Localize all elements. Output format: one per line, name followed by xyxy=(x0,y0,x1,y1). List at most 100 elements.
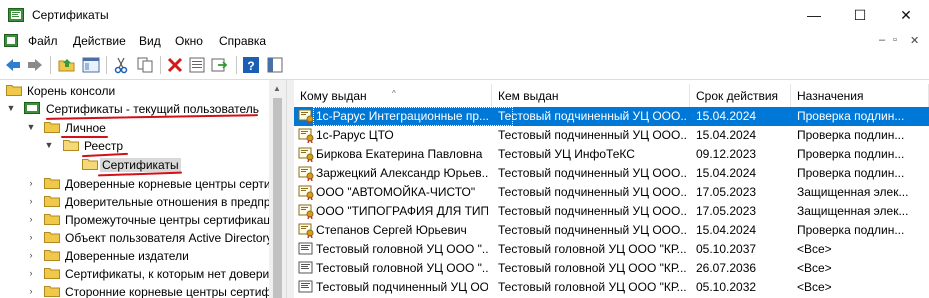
menu-bar: Файл Действие Вид Окно Справка – ▫ ✕ xyxy=(0,31,929,51)
tree-node-label: Личное xyxy=(65,121,106,135)
table-row[interactable]: Заржецкий Александр Юрьев... Тестовый по… xyxy=(294,164,929,183)
scrollbar-thumb[interactable] xyxy=(273,98,282,298)
tree-node-certificates[interactable]: Сертификаты xyxy=(0,156,269,174)
inner-minimize-icon[interactable]: – xyxy=(879,34,885,46)
up-folder-icon[interactable] xyxy=(58,56,76,74)
table-row[interactable]: 1с-Рарус ЦТО Тестовый подчиненный УЦ ООО… xyxy=(294,126,929,145)
cell-expiration: 15.04.2024 xyxy=(696,109,757,123)
cut-icon[interactable] xyxy=(112,56,130,74)
cell-issued-to: Тестовый головной УЦ ООО "... xyxy=(316,261,488,275)
cell-expiration: 17.05.2023 xyxy=(696,204,757,218)
expand-icon[interactable]: › xyxy=(26,268,36,278)
back-icon[interactable] xyxy=(4,56,22,74)
table-row[interactable]: 1с-Рарус Интеграционные пр... Тестовый п… xyxy=(294,107,929,126)
menu-view[interactable]: Вид xyxy=(139,34,161,48)
certificate-icon xyxy=(298,166,314,181)
column-header-issued-by[interactable]: Кем выдан xyxy=(492,84,690,108)
cell-issued-to: Тестовый головной УЦ ООО "... xyxy=(316,242,488,256)
expand-icon[interactable]: ▼ xyxy=(44,140,54,150)
certificate-list: Кому выдан ^ Кем выдан Срок действия Назн… xyxy=(294,80,929,298)
cell-purposes: Проверка подлин... xyxy=(797,128,905,142)
cell-purposes: Защищенная элек... xyxy=(797,204,909,218)
expand-icon[interactable]: › xyxy=(26,196,36,206)
show-hide-tree-icon[interactable] xyxy=(82,56,100,74)
help-icon[interactable]: ? xyxy=(242,56,260,74)
expand-icon[interactable]: ▼ xyxy=(6,103,16,113)
cell-issued-by: Тестовый подчиненный УЦ ООО... xyxy=(498,109,688,123)
tree-node-registry[interactable]: ▼ Реестр xyxy=(0,137,269,155)
annotation-underline xyxy=(61,136,108,138)
help-book-icon[interactable] xyxy=(266,56,284,74)
cell-expiration: 09.12.2023 xyxy=(696,147,757,161)
tree-node-enterprise-trust[interactable]: › Доверительные отношения в предпр xyxy=(0,193,270,211)
delete-icon[interactable] xyxy=(166,56,184,74)
tree-node-ad-user-object[interactable]: › Объект пользователя Active Directory xyxy=(0,229,270,247)
inner-restore-icon[interactable]: ▫ xyxy=(893,34,897,46)
table-row[interactable]: Степанов Сергей Юрьевич Тестовый подчине… xyxy=(294,221,929,240)
tree-node-trusted-root[interactable]: › Доверенные корневые центры сертиф xyxy=(0,175,270,193)
table-row[interactable]: Тестовый головной УЦ ООО "... Тестовый г… xyxy=(294,259,929,278)
folder-icon xyxy=(82,159,98,170)
tree-node-intermediate[interactable]: › Промежуточные центры сертификац xyxy=(0,211,270,229)
tree-node-label: Доверенные издатели xyxy=(65,249,189,263)
table-row[interactable]: ООО "АВТОМОЙКА-ЧИСТО" Тестовый подчиненн… xyxy=(294,183,929,202)
certificate-icon xyxy=(298,242,313,255)
table-row[interactable]: ООО "ТИПОГРАФИЯ ДЛЯ ТИП... Тестовый подч… xyxy=(294,202,929,221)
maximize-icon[interactable]: ☐ xyxy=(837,0,883,31)
table-row[interactable]: Тестовый головной УЦ ООО "... Тестовый г… xyxy=(294,240,929,259)
cell-purposes: <Все> xyxy=(797,261,832,275)
column-header-issued-to[interactable]: Кому выдан ^ xyxy=(294,84,492,108)
cell-issued-by: Тестовый подчиненный УЦ ООО... xyxy=(498,204,688,218)
expand-icon[interactable]: › xyxy=(26,178,36,188)
cell-issued-by: Тестовый головной УЦ ООО "КР... xyxy=(498,261,687,275)
certmgr-icon xyxy=(24,102,40,114)
pane-splitter[interactable] xyxy=(286,80,294,298)
menu-window[interactable]: Окно xyxy=(175,34,203,48)
cell-purposes: <Все> xyxy=(797,242,832,256)
column-header-purposes[interactable]: Назначения xyxy=(791,84,929,108)
menu-action[interactable]: Действие xyxy=(73,34,126,48)
copy-icon[interactable] xyxy=(136,56,154,74)
scroll-up-icon[interactable]: ▲ xyxy=(273,84,281,93)
cell-issued-to: ООО "ТИПОГРАФИЯ ДЛЯ ТИП... xyxy=(316,204,488,218)
cell-purposes: Проверка подлин... xyxy=(797,109,905,123)
certificate-icon xyxy=(298,223,314,238)
certificate-icon xyxy=(298,109,314,124)
inner-close-icon[interactable]: ✕ xyxy=(910,34,919,47)
tree-node-console-root[interactable]: Корень консоли xyxy=(0,82,269,100)
menu-help[interactable]: Справка xyxy=(219,34,266,48)
tree-node-label: Реестр xyxy=(84,139,123,153)
tree-node-trusted-publishers[interactable]: › Доверенные издатели xyxy=(0,247,269,265)
cell-expiration: 15.04.2024 xyxy=(696,223,757,237)
cell-issued-to: Тестовый подчиненный УЦ ОО... xyxy=(316,280,488,294)
folder-icon xyxy=(44,196,60,207)
tree-node-untrusted[interactable]: › Сертификаты, к которым нет довери xyxy=(0,265,270,283)
expand-icon[interactable]: ▼ xyxy=(26,122,36,132)
expand-icon[interactable]: › xyxy=(26,250,36,260)
forward-icon[interactable] xyxy=(26,56,44,74)
expand-icon[interactable]: › xyxy=(26,232,36,242)
expand-icon[interactable]: › xyxy=(26,214,36,224)
toolbar: ? xyxy=(0,51,929,80)
column-header-expiration[interactable]: Срок действия xyxy=(690,84,791,108)
tree-node-label: Доверительные отношения в предпр xyxy=(65,195,269,209)
expand-icon[interactable]: › xyxy=(26,286,36,296)
table-row[interactable]: Тестовый подчиненный УЦ ОО... Тестовый г… xyxy=(294,278,929,297)
minimize-icon[interactable]: — xyxy=(791,0,837,31)
cell-issued-by: Тестовый головной УЦ ООО "КР... xyxy=(498,242,687,256)
cell-expiration: 17.05.2023 xyxy=(696,185,757,199)
table-row[interactable]: Биркова Екатерина Павловна Тестовый УЦ И… xyxy=(294,145,929,164)
cell-purposes: Проверка подлин... xyxy=(797,223,905,237)
properties-icon[interactable] xyxy=(188,56,206,74)
refresh-icon[interactable] xyxy=(210,56,228,74)
close-icon[interactable]: ✕ xyxy=(883,0,929,31)
tree-node-personal[interactable]: ▼ Личное xyxy=(0,119,269,137)
cell-purposes: Защищенная элек... xyxy=(797,185,909,199)
menu-file[interactable]: Файл xyxy=(28,34,58,48)
certmgr-icon[interactable] xyxy=(4,34,18,47)
cell-issued-to: Степанов Сергей Юрьевич xyxy=(316,223,467,237)
cell-issued-by: Тестовый головной УЦ ООО "КР... xyxy=(498,280,687,294)
tree-scrollbar[interactable]: ▲ xyxy=(269,80,286,298)
cell-purposes: <Все> xyxy=(797,280,832,294)
tree-node-third-party-root[interactable]: › Сторонние корневые центры сертиф xyxy=(0,283,270,298)
